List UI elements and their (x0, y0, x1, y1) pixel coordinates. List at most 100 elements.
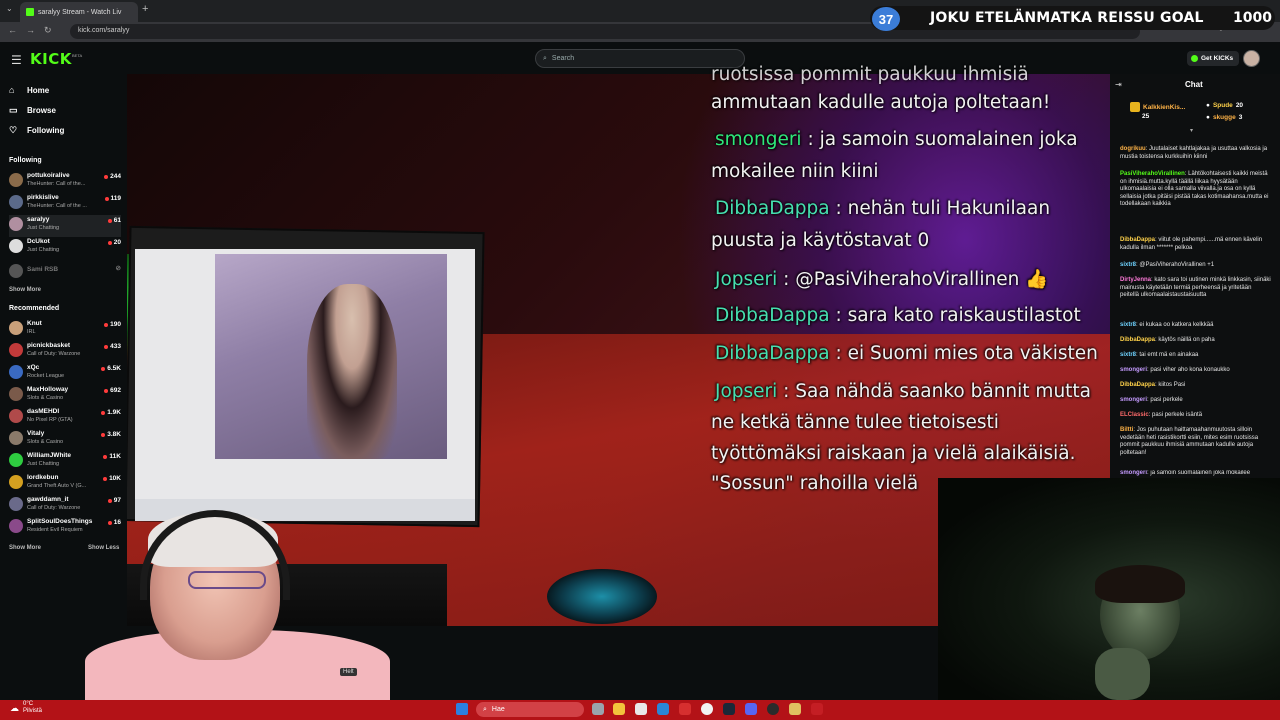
viewer-count-value: 97 (113, 497, 121, 504)
leaderboard-entry[interactable]: ● skugge 3 (1206, 114, 1242, 121)
chat-message-text: ja samoin suomalainen joka mokailee (1150, 470, 1251, 476)
recommended-channel-lordkebun[interactable]: lordkebun Grand Theft Auto V (G... 10K (9, 473, 121, 495)
following-channel-pirkkislive[interactable]: pirkkislive TheHunter: Call of the ... 1… (9, 193, 121, 215)
weather-desc: Pilvistä (23, 708, 43, 714)
overlay-line: ruotsissa pommit paukkuu ihmisiä (711, 64, 1029, 85)
overlay-line-text: : ei Suomi mies ota väkisten (829, 343, 1098, 364)
recommended-channel-knut[interactable]: Knut IRL 190 (9, 319, 121, 341)
overlay-username: smongeri (715, 129, 802, 150)
weather-widget[interactable]: ☁ 0°C Pilvistä (10, 701, 42, 715)
leaderboard-entry[interactable]: KalkkienKis... (1130, 102, 1185, 112)
guest-hand (1095, 648, 1150, 700)
file-explorer-icon[interactable] (613, 703, 625, 715)
recommended-channel-picnickbasket[interactable]: picnickbasket Call of Duty: Warzone 433 (9, 341, 121, 363)
chat-username[interactable]: sixtr8 (1120, 322, 1136, 328)
collapse-chat-icon[interactable]: ⇥ (1115, 80, 1122, 89)
app-icon[interactable] (811, 703, 823, 715)
chat-username[interactable]: sixtr8 (1120, 352, 1136, 358)
live-dot-icon (107, 240, 112, 245)
recommended-channel-dasmehdi[interactable]: dasMEHDI No Pixel RP (GTA) 1.9K (9, 407, 121, 429)
chat-username[interactable]: sixtr8 (1120, 262, 1136, 268)
reload-icon[interactable]: ↻ (44, 25, 52, 36)
show-more-recommended-link[interactable]: Show More (9, 545, 41, 551)
back-arrow-icon[interactable]: ← (8, 25, 17, 35)
channel-name: dasMEHDI (27, 408, 60, 415)
viewer-count-value: 1.9K (107, 409, 121, 416)
recommended-channel-xqc[interactable]: xQc Rocket League 6.5K (9, 363, 121, 385)
leader-value: 25 (1142, 113, 1150, 120)
leaderboard-entry[interactable]: ● Spude 20 (1206, 102, 1243, 109)
channel-category: Slots & Casino (27, 439, 64, 445)
notes-icon[interactable] (789, 703, 801, 715)
menu-icon[interactable]: ☰ (11, 53, 22, 67)
chat-title: Chat (1185, 80, 1203, 89)
viewer-count-value: 244 (110, 173, 121, 180)
chat-username[interactable]: dogrikuu (1120, 146, 1146, 152)
user-avatar[interactable] (1243, 50, 1260, 67)
search-icon: ⌕ (483, 705, 487, 713)
chat-username[interactable]: DibbaDappa (1120, 382, 1155, 388)
chat-username[interactable]: Biltti (1120, 427, 1133, 433)
chat-username[interactable]: DibbaDappa (1120, 337, 1155, 343)
discord-icon[interactable] (745, 703, 757, 715)
chat-username[interactable]: DibbaDappa (1120, 237, 1155, 243)
steam-icon[interactable] (723, 703, 735, 715)
chat-username[interactable]: DirtyJenna (1120, 277, 1151, 283)
recommended-channel-maxholloway[interactable]: MaxHolloway Slots & Casino 692 (9, 385, 121, 407)
browser-tab[interactable]: saralyy Stream - Watch Liv (20, 2, 138, 22)
app-icon[interactable] (679, 703, 691, 715)
following-channel-samirsb[interactable]: Sami RSB ⊘ (9, 262, 121, 284)
task-view-icon[interactable] (592, 703, 604, 715)
forward-arrow-icon[interactable]: → (26, 25, 35, 35)
taskbar-search-input[interactable]: ⌕ Hae (476, 702, 584, 717)
chat-username[interactable]: ELClassic (1120, 412, 1149, 418)
channel-name: gawddamn_it (27, 496, 69, 503)
overlay-line: DibbaDappa : sara kato raiskaustilastot (715, 305, 1081, 326)
overlay-line-text: : ja samoin suomalainen joka (801, 129, 1078, 150)
avatar (9, 453, 23, 467)
chat-message: DibbaDappa: viitut ole pahempi......mä e… (1120, 237, 1263, 251)
windows-start-icon[interactable] (456, 703, 468, 715)
viewer-count-value: 3.8K (107, 431, 121, 438)
show-more-following-link[interactable]: Show More (9, 287, 41, 293)
get-kicks-button[interactable]: Get KICKs (1187, 51, 1239, 66)
sidebar-item-label: Browse (27, 106, 56, 115)
chat-username[interactable]: smongeri (1120, 397, 1147, 403)
viewer-count-value: 6.5K (107, 365, 121, 372)
offline-icon: ⊘ (115, 265, 121, 272)
obs-icon[interactable] (767, 703, 779, 715)
overlay-line: smongeri : ja samoin suomalainen joka (715, 129, 1078, 150)
overlay-line: mokailee niin kiini (711, 161, 878, 182)
live-dot-icon (103, 454, 108, 459)
viewer-count-value: 10K (109, 475, 121, 482)
sidebar-item-browse[interactable]: ▭ Browse (9, 105, 56, 116)
mail-icon[interactable] (657, 703, 669, 715)
overlay-line-text: puusta ja käytöstavat 0 (711, 230, 930, 251)
following-channel-pottukoiralive[interactable]: pottukoiralive TheHunter: Call of the...… (9, 171, 121, 193)
live-dot-icon (104, 174, 109, 179)
search-placeholder: Search (551, 55, 575, 62)
live-dot-icon (107, 498, 112, 503)
store-icon[interactable] (635, 703, 647, 715)
tab-list-chevron-icon[interactable]: ⌄ (6, 4, 13, 13)
kick-logo[interactable]: KICK (30, 50, 72, 68)
recommended-channel-williamjwhite[interactable]: WilliamJWhite Just Chatting 11K (9, 451, 121, 473)
avatar (9, 321, 23, 335)
viewer-count: 61 (107, 217, 121, 224)
viewer-count: 1.9K (101, 409, 121, 416)
viewer-count-value: 190 (110, 321, 121, 328)
avatar (9, 387, 23, 401)
pinned-toggle-icon[interactable]: ▾ (1190, 127, 1193, 134)
chat-username[interactable]: smongeri (1120, 367, 1147, 373)
recommended-channel-vitaly[interactable]: Vitaly Slots & Casino 3.8K (9, 429, 121, 451)
following-channel-saralyy[interactable]: saralyy Just Chatting 61 (9, 215, 121, 237)
sidebar-item-home[interactable]: ⌂ Home (9, 85, 49, 95)
chat-username[interactable]: PasiViherahoVirallinen (1120, 171, 1185, 177)
chrome-icon[interactable] (701, 703, 713, 715)
sidebar-item-following[interactable]: ♡ Following (9, 125, 64, 136)
following-channel-dcukot[interactable]: DcUkot Just Chatting 20 (9, 237, 121, 259)
viewer-count-value: 20 (113, 239, 121, 246)
chat-username[interactable]: smongeri (1120, 470, 1147, 476)
new-tab-button[interactable]: + (142, 3, 148, 15)
chat-message-text: kiitos Pasi (1158, 382, 1186, 388)
